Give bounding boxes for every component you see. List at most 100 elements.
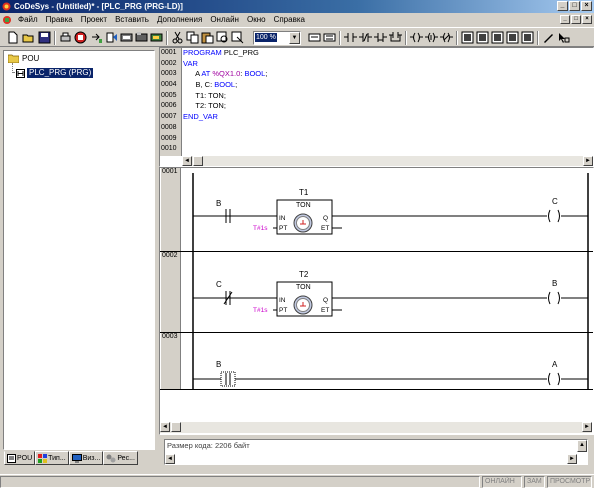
status-main [0,476,480,488]
scroll-thumb[interactable] [193,156,203,166]
tab-resources[interactable]: Рес... [103,451,138,465]
draw-icon[interactable] [541,30,556,45]
select-icon[interactable] [556,30,571,45]
project-tree-panel: POU PLC_PRG (PRG) [3,50,155,450]
zoom-select[interactable]: 100 % ▼ [253,31,301,45]
network-icon[interactable] [322,30,337,45]
print-icon[interactable] [58,30,73,45]
save-icon[interactable] [37,30,52,45]
message-window[interactable]: Размер кода: 2206 байт ▲ ◄ ► [164,439,588,465]
line-number: 0008 [161,123,177,131]
network-1[interactable]: B T1 TON IN PT Q ET T#1s C [193,188,588,235]
scroll-right-icon[interactable]: ► [582,422,592,432]
tab-pou[interactable]: POU [4,451,36,465]
cut-icon[interactable] [170,30,185,45]
scroll-left-icon[interactable]: ◄ [182,156,192,166]
ladder-diagram: B T1 TON IN PT Q ET T#1s C C T2 TON IN P… [192,173,589,389]
timer-type: TON [296,202,311,209]
mdi-minimize-button[interactable]: _ [560,15,570,24]
status-bar: ОНЛАЙН ЗАМ ПРОСМОТР [0,474,594,488]
code-line: VAR [183,58,198,68]
chevron-down-icon[interactable]: ▼ [289,32,300,44]
scroll-thumb[interactable] [171,422,181,432]
download-icon[interactable] [119,30,134,45]
reset-coil-icon[interactable] [439,30,454,45]
maximize-button[interactable]: □ [569,1,580,11]
timer-type: TON [296,284,311,291]
contact-icon[interactable] [343,30,358,45]
network-3[interactable]: B A [193,360,588,387]
open-icon[interactable] [21,30,36,45]
set-coil-icon[interactable] [424,30,439,45]
logout-icon[interactable] [149,30,164,45]
codesys-app-icon [2,2,11,11]
ladder-editor[interactable]: 0001 0002 0003 B T1 TON IN PT Q ET T#1s [159,167,594,435]
declaration-code[interactable]: PROGRAM PLC_PRG VAR A AT %QX1.0: BOOL; B… [183,48,267,123]
parallel-contact-icon[interactable] [358,30,373,45]
timer-instance: T2 [299,270,309,279]
tab-visualization[interactable]: Виз... [68,451,104,465]
negated-contact-icon[interactable] [373,30,388,45]
scroll-right-icon[interactable]: ► [567,454,577,464]
document-icon[interactable] [2,15,12,25]
line-number: 0006 [161,102,177,110]
line-number-gutter: 0001 0002 0003 0004 0005 0006 0007 0008 … [160,48,182,156]
step-icon[interactable] [89,30,104,45]
scroll-left-icon[interactable]: ◄ [160,422,170,432]
tree-item-plc-prg[interactable]: PLC_PRG (PRG) [16,68,94,78]
comment-icon[interactable] [307,30,322,45]
menu-online[interactable]: Онлайн [206,13,243,27]
status-overwrite: ЗАМ [524,476,545,488]
return-icon[interactable] [505,30,520,45]
parallel-negated-icon[interactable] [388,30,403,45]
timer-preset: T#1s [253,307,268,314]
menu-extras[interactable]: Дополнения [153,13,206,27]
declaration-horizontal-scrollbar[interactable]: ◄ ► [182,156,593,166]
mdi-close-button[interactable]: × [582,15,592,24]
mdi-restore-button[interactable]: □ [571,15,581,24]
minimize-button[interactable]: _ [557,1,568,11]
find-icon[interactable] [215,30,230,45]
pin-pt: PT [279,225,287,232]
new-icon[interactable] [5,30,20,45]
coil-icon[interactable] [409,30,424,45]
tab-types[interactable]: Тип... [35,451,69,465]
line-number: 0001 [161,49,177,56]
code-line: PROGRAM PLC_PRG [183,48,259,57]
line-number: 0010 [161,145,177,153]
line-number: 0009 [161,134,177,142]
coil-label: B [552,279,557,288]
menu-insert[interactable]: Вставить [111,13,153,27]
scroll-up-icon[interactable]: ▲ [577,440,587,452]
scroll-left-icon[interactable]: ◄ [165,454,175,464]
timer-preset: T#1s [253,225,268,232]
stop-icon[interactable] [73,30,88,45]
line-number: 0004 [161,81,177,89]
tree-item-label: PLC_PRG (PRG) [27,68,94,78]
box-icon[interactable] [460,30,475,45]
menu-file[interactable]: Файл [14,13,42,27]
scroll-right-icon[interactable]: ► [583,156,593,166]
jump-icon[interactable] [490,30,505,45]
login-icon[interactable] [134,30,149,45]
replace-icon[interactable] [230,30,245,45]
menu-help[interactable]: Справка [270,13,309,27]
message-text: Размер кода: 2206 байт [167,441,250,450]
ladder-horizontal-scrollbar[interactable]: ◄ ► [160,422,592,433]
coil-a [548,372,560,386]
folder-icon [8,54,19,63]
box-enable-icon[interactable] [475,30,490,45]
menu-project[interactable]: Проект [77,13,111,27]
tree-root-pou[interactable]: POU [8,54,39,63]
copy-icon[interactable] [185,30,200,45]
paste-icon[interactable] [200,30,215,45]
declaration-editor[interactable]: 0001 0002 0003 0004 0005 0006 0007 0008 … [159,47,594,167]
close-button[interactable]: × [581,1,592,11]
contact-label: B [216,199,221,208]
negate-icon[interactable] [520,30,535,45]
build-icon[interactable] [104,30,119,45]
pin-pt: PT [279,307,287,314]
menu-edit[interactable]: Правка [42,13,77,27]
menu-window[interactable]: Окно [243,13,270,27]
network-2[interactable]: C T2 TON IN PT Q ET T#1s B [193,270,588,317]
